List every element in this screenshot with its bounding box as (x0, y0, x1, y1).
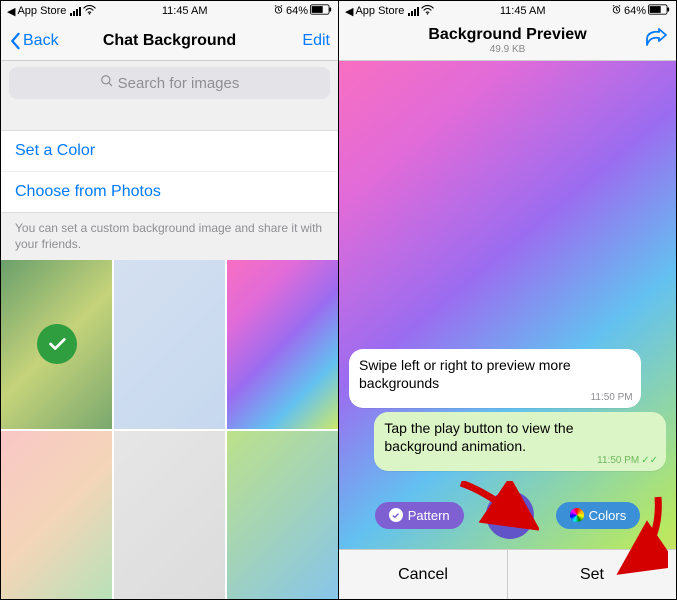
search-placeholder: Search for images (118, 75, 240, 92)
back-to-app-label[interactable]: App Store (17, 5, 66, 17)
outgoing-bubble: Tap the play button to view the backgrou… (374, 412, 666, 471)
play-icon (500, 505, 520, 525)
preview-controls: Pattern Colors (339, 491, 676, 539)
chat-background-screen: ◀ App Store 11:45 AM 64% (1, 1, 339, 599)
pattern-label: Pattern (408, 508, 450, 523)
bottom-bar: Cancel Set (339, 549, 676, 599)
set-button[interactable]: Set (507, 550, 676, 599)
search-input[interactable]: Search for images (9, 67, 330, 99)
background-thumbnail[interactable] (114, 260, 225, 428)
share-arrow-icon (644, 28, 668, 48)
wifi-icon (83, 5, 96, 18)
choose-from-photos-option[interactable]: Choose from Photos (1, 171, 338, 212)
background-preview-screen: ◀ App Store 11:45 AM 64% Bac (339, 1, 676, 599)
background-thumbnail[interactable] (1, 260, 112, 428)
message-text: Swipe left or right to preview more back… (359, 357, 571, 391)
clock: 11:45 AM (162, 5, 208, 17)
clock: 11:45 AM (500, 5, 546, 17)
back-to-app-icon[interactable]: ◀ (345, 5, 353, 18)
battery-icon (648, 4, 670, 18)
incoming-bubble: Swipe left or right to preview more back… (349, 349, 641, 408)
share-button[interactable] (644, 28, 668, 53)
message-text: Tap the play button to view the backgrou… (384, 420, 573, 454)
nav-bar: Background Preview 49.9 KB (339, 21, 676, 61)
back-to-app-label[interactable]: App Store (355, 5, 404, 17)
battery-icon (310, 4, 332, 18)
pattern-button[interactable]: Pattern (375, 502, 464, 529)
battery-percent: 64% (286, 5, 308, 17)
page-subtitle: 49.9 KB (407, 44, 608, 55)
signal-icon (70, 7, 81, 16)
background-thumbnail[interactable] (114, 431, 225, 599)
cancel-button[interactable]: Cancel (339, 550, 507, 599)
alarm-icon (273, 4, 284, 18)
message-time: 11:50 PM✓✓ (597, 455, 658, 468)
status-bar: ◀ App Store 11:45 AM 64% (339, 1, 676, 21)
search-icon (100, 74, 114, 92)
back-label: Back (23, 32, 59, 50)
read-ticks-icon: ✓✓ (641, 455, 658, 466)
nav-bar: Back Chat Background Edit (1, 21, 338, 61)
chevron-left-icon (9, 32, 21, 50)
chat-bubble-area: Swipe left or right to preview more back… (349, 349, 666, 471)
edit-button[interactable]: Edit (302, 32, 330, 50)
colors-button[interactable]: Colors (556, 502, 641, 529)
play-button[interactable] (486, 491, 534, 539)
background-thumbnail[interactable] (227, 260, 338, 428)
color-wheel-icon (570, 508, 584, 522)
battery-percent: 64% (624, 5, 646, 17)
check-icon (389, 508, 403, 522)
page-title: Background Preview (407, 26, 608, 44)
options-list: Set a Color Choose from Photos (1, 130, 338, 213)
page-title: Chat Background (69, 32, 270, 50)
wifi-icon (421, 5, 434, 18)
background-thumbnail[interactable] (1, 431, 112, 599)
status-bar: ◀ App Store 11:45 AM 64% (1, 1, 338, 21)
message-time: 11:50 PM (591, 392, 633, 405)
hint-text: You can set a custom background image an… (1, 213, 338, 260)
signal-icon (408, 7, 419, 16)
preview-area[interactable]: Swipe left or right to preview more back… (339, 61, 676, 599)
colors-label: Colors (589, 508, 627, 523)
background-grid (1, 260, 338, 599)
set-a-color-option[interactable]: Set a Color (1, 131, 338, 171)
back-button[interactable]: Back (9, 32, 59, 50)
back-to-app-icon[interactable]: ◀ (7, 5, 15, 18)
background-thumbnail[interactable] (227, 431, 338, 599)
selected-check-icon (37, 324, 77, 364)
alarm-icon (611, 4, 622, 18)
